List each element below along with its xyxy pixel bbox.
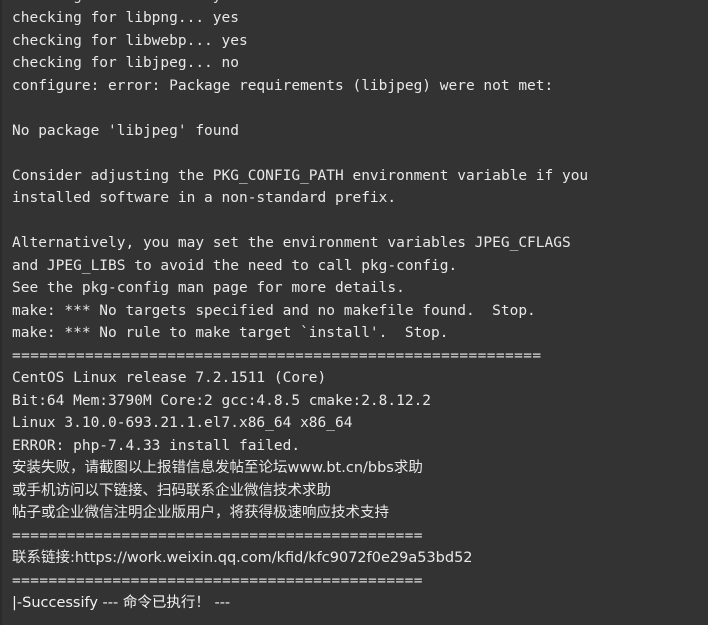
output-line: checking for libpng... yes (12, 10, 239, 26)
help-enterprise-line: 帖子或企业微信注明企业版用户，将获得极速响应技术支持 (12, 505, 389, 521)
contact-link-line[interactable]: 联系链接:https://work.weixin.qq.com/kfid/kfc… (12, 547, 708, 570)
output-blank-line (12, 142, 708, 165)
output-line: Consider adjusting the PKG_CONFIG_PATH e… (12, 167, 589, 184)
output-line: No package 'libjpeg' found (12, 122, 239, 139)
kernel-version-line: Linux 3.10.0-693.21.1.el7.x86_64 x86_64 (12, 415, 353, 431)
output-line: See the pkg-config man page for more det… (12, 280, 405, 296)
make-error-line: make: *** No rule to make target `instal… (12, 325, 449, 341)
clipped-scrollback-line: checking for libXXX... yes (0, 0, 708, 7)
output-line: installed software in a non-standard pre… (12, 190, 397, 206)
separator-line: ========================================… (12, 527, 423, 544)
system-specs-line: Bit:64 Mem:3790M Core:2 gcc:4.8.5 cmake:… (12, 392, 432, 409)
clipped-scrollback-text: checking for libXXX... yes (12, 0, 239, 7)
output-blank-line (12, 210, 708, 233)
help-wechat-line: 或手机访问以下链接、扫码联系企业微信技术求助 (12, 482, 331, 499)
output-line: checking for libjpeg... no (12, 55, 239, 71)
command-finished-line: |-Successify --- 命令已执行！ --- (12, 595, 231, 611)
make-error-line: make: *** No targets specified and no ma… (12, 302, 536, 319)
help-forum-line: 安装失败，请截图以上报错信息发帖至论坛www.bt.cn/bbs求助 (12, 460, 423, 476)
os-release-line: CentOS Linux release 7.2.1511 (Core) (12, 370, 327, 386)
output-line: configure: error: Package requirements (… (12, 77, 554, 94)
separator-line: ========================================… (12, 347, 542, 364)
install-error-line: ERROR: php-7.4.33 install failed. (12, 437, 301, 454)
terminal-output: checking for libpng... yes checking for … (0, 7, 708, 615)
output-line: checking for libwebp... yes (12, 32, 248, 49)
output-blank-line (12, 97, 708, 120)
output-line: and JPEG_LIBS to avoid the need to call … (12, 257, 458, 274)
terminal-window[interactable]: checking for libXXX... yes checking for … (0, 0, 708, 625)
separator-line: ========================================… (12, 572, 423, 589)
output-line: Alternatively, you may set the environme… (12, 235, 571, 251)
